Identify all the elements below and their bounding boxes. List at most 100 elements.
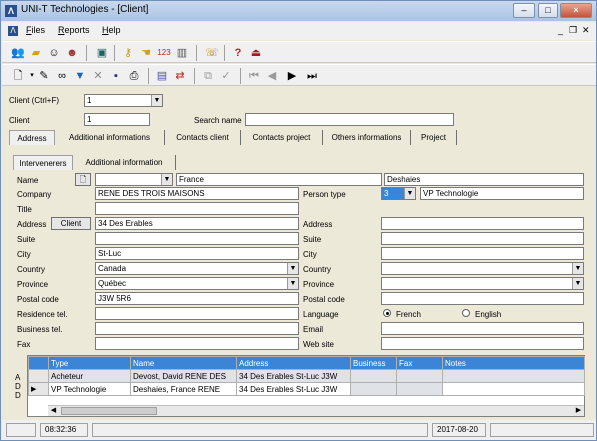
city-input[interactable]: St-Luc [95, 247, 299, 260]
hand-icon[interactable]: ☚ [138, 45, 154, 61]
table-cell[interactable]: 34 Des Erables St-Luc J3W [236, 382, 351, 396]
residence-tel-input[interactable] [95, 307, 299, 320]
row-selector[interactable] [28, 369, 49, 383]
first-name-input[interactable]: France [176, 173, 382, 186]
website-input[interactable] [381, 337, 584, 350]
right-suite-input[interactable] [381, 232, 584, 245]
table-cell[interactable]: Deshaies, France RENE [130, 382, 237, 396]
chevron-down-icon[interactable]: ▼ [572, 278, 583, 289]
table-row[interactable]: Acheteur Devost, David RENE DES 34 Des E… [28, 369, 585, 383]
column-header-notes[interactable]: Notes [442, 356, 585, 370]
table-cell[interactable] [396, 369, 443, 383]
table-cell[interactable] [350, 382, 397, 396]
print-icon[interactable]: ⎙ [126, 68, 142, 84]
chevron-down-icon[interactable]: ▼ [287, 263, 298, 274]
menu-reports[interactable]: Reports [58, 25, 90, 35]
monitor-icon[interactable]: ▣ [94, 45, 110, 61]
tab-additional-informations[interactable]: Additional informations [55, 130, 165, 145]
tab-project[interactable]: Project [411, 130, 457, 145]
save-icon[interactable]: ▪ [108, 68, 124, 84]
chevron-down-icon[interactable]: ▼ [287, 278, 298, 289]
current-row-arrow-icon[interactable]: ▶ [28, 382, 49, 396]
title-input[interactable] [95, 202, 299, 215]
column-header-type[interactable]: Type [48, 356, 131, 370]
fax-input[interactable] [95, 337, 299, 350]
maximize-button[interactable]: □ [538, 3, 558, 18]
table-cell[interactable]: VP Technologie [48, 382, 131, 396]
province-combo[interactable]: Québec ▼ [95, 277, 299, 290]
menu-files[interactable]: Files [26, 25, 45, 35]
scroll-thumb[interactable] [61, 407, 157, 415]
people-icon[interactable]: 👥 [10, 45, 26, 61]
chart-icon[interactable]: ▥ [174, 45, 190, 61]
country-combo[interactable]: Canada ▼ [95, 262, 299, 275]
company-input[interactable]: RENE DES TROIS MAISONS [95, 187, 299, 200]
scroll-left-icon[interactable]: ◀ [48, 406, 59, 416]
tab-additional-information[interactable]: Additional information [73, 155, 176, 170]
right-country-combo[interactable]: ▼ [381, 262, 584, 275]
scroll-right-icon[interactable]: ▶ [573, 406, 584, 416]
right-postal-code-input[interactable] [381, 292, 584, 305]
client-address-button[interactable]: Client [51, 217, 91, 230]
search-name-input[interactable] [245, 113, 454, 126]
next-icon[interactable]: ▶ [284, 68, 300, 84]
client-input[interactable]: 1 [84, 113, 150, 126]
mdi-restore-icon[interactable]: ❐ [569, 25, 577, 36]
client-selector-combo[interactable]: 1 ▼ [84, 94, 163, 107]
folder-icon[interactable]: ▰ [28, 45, 44, 61]
user-group-icon[interactable]: ☻ [64, 45, 80, 61]
user-hat-icon[interactable]: ☺ [46, 45, 62, 61]
filter-icon[interactable]: ▼ [72, 68, 88, 84]
table-cell[interactable] [442, 382, 585, 396]
chevron-down-icon[interactable]: ▼ [151, 95, 162, 106]
tab-others-informations[interactable]: Others informations [323, 130, 411, 145]
table-row[interactable]: ▶ VP Technologie Deshaies, France RENE 3… [28, 382, 585, 396]
right-address-input[interactable] [381, 217, 584, 230]
mdi-minimize-icon[interactable]: _ [558, 25, 563, 35]
table-cell[interactable]: Devost, David RENE DES [130, 369, 237, 383]
clear-filter-icon[interactable]: ✕ [90, 68, 106, 84]
column-header-business[interactable]: Business [350, 356, 397, 370]
convert-icon[interactable]: ⇄ [172, 68, 188, 84]
chevron-down-icon[interactable]: ▼ [161, 174, 172, 185]
numbers-icon[interactable]: 123 [156, 45, 172, 61]
email-input[interactable] [381, 322, 584, 335]
close-button[interactable]: × [560, 3, 592, 18]
key-icon[interactable]: ⚷ [120, 45, 136, 61]
language-english-radio[interactable] [462, 309, 470, 317]
chevron-down-icon[interactable]: ▼ [404, 188, 415, 199]
right-city-input[interactable] [381, 247, 584, 260]
column-header-fax[interactable]: Fax [396, 356, 443, 370]
person-type-combo[interactable]: 3 ▼ [381, 187, 416, 200]
new-contact-button[interactable]: 🗋 [75, 173, 91, 186]
right-province-combo[interactable]: ▼ [381, 277, 584, 290]
horizontal-scrollbar[interactable]: ◀ ▶ [48, 405, 584, 416]
tab-contacts-client[interactable]: Contacts client [165, 130, 241, 145]
binoculars-icon[interactable]: ∞ [54, 68, 70, 84]
card-icon[interactable]: ▤ [154, 68, 170, 84]
tab-intervenerers[interactable]: Intervenerers [13, 155, 73, 170]
child-window-icon[interactable]: Λ [8, 26, 18, 36]
salutation-combo[interactable]: ▼ [95, 173, 173, 186]
table-cell[interactable] [350, 369, 397, 383]
table-cell[interactable] [396, 382, 443, 396]
address-input[interactable]: 34 Des Erables [95, 217, 299, 230]
column-header-address[interactable]: Address [236, 356, 351, 370]
check-icon[interactable]: ✓ [218, 68, 234, 84]
menu-help[interactable]: Help [102, 25, 121, 35]
last-icon[interactable]: ⏭ [304, 68, 320, 84]
last-name-input[interactable]: Deshaies [384, 173, 584, 186]
column-header-name[interactable]: Name [130, 356, 237, 370]
first-icon[interactable]: ⏮ [246, 68, 262, 84]
help-icon[interactable]: ? [230, 45, 246, 61]
language-french-radio[interactable] [383, 309, 391, 317]
tab-contacts-project[interactable]: Contacts project [241, 130, 323, 145]
prev-icon[interactable]: ◀ [264, 68, 280, 84]
suite-input[interactable] [95, 232, 299, 245]
business-tel-input[interactable] [95, 322, 299, 335]
chevron-down-icon[interactable]: ▼ [572, 263, 583, 274]
table-cell[interactable]: 34 Des Erables St-Luc J3W [236, 369, 351, 383]
minimize-button[interactable]: – [513, 3, 535, 18]
mdi-close-icon[interactable]: ✕ [582, 25, 590, 36]
tab-address[interactable]: Address [9, 130, 55, 145]
